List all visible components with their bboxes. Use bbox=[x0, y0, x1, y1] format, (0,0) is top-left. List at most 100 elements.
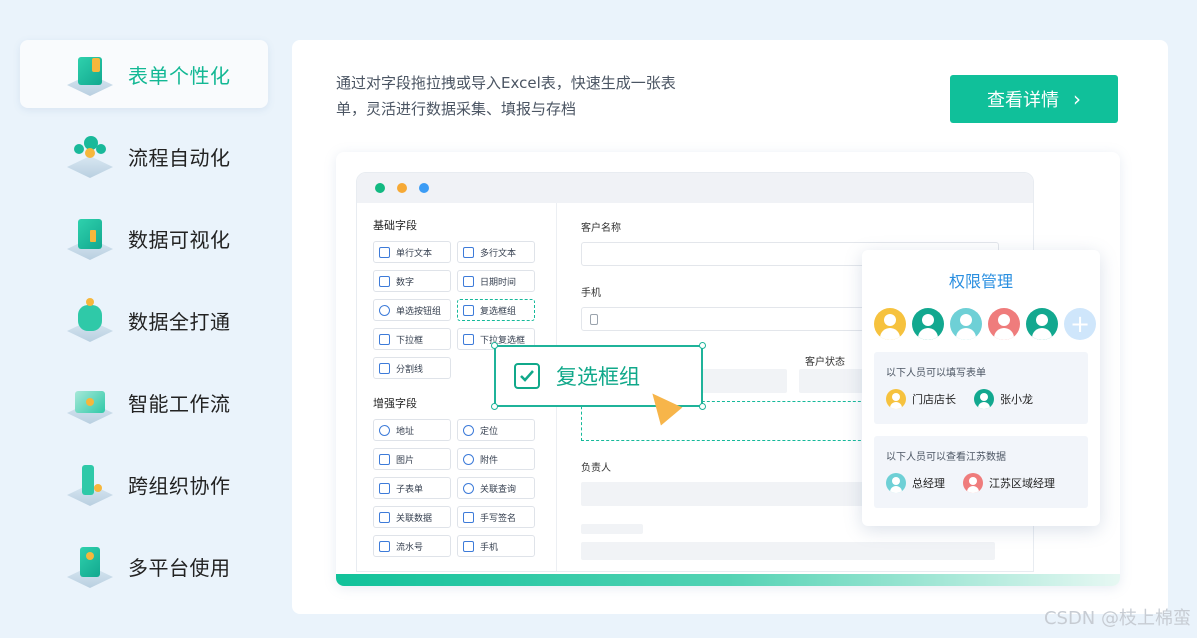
chevron-right-icon: › bbox=[1073, 87, 1081, 111]
field-serial-number[interactable]: 流水号 bbox=[373, 535, 451, 557]
user-name: 总经理 bbox=[912, 477, 945, 490]
field-single-text[interactable]: 单行文本 bbox=[373, 241, 451, 263]
phone-icon bbox=[590, 313, 598, 325]
resize-handle[interactable] bbox=[699, 403, 706, 410]
field-mobile[interactable]: 手机 bbox=[457, 535, 535, 557]
field-label: 关联查询 bbox=[480, 484, 517, 495]
drop-placeholder bbox=[581, 401, 881, 441]
link-data-icon bbox=[379, 511, 390, 523]
field-multi-text[interactable]: 多行文本 bbox=[457, 241, 535, 263]
field-number[interactable]: 数字 bbox=[373, 270, 451, 292]
field-label: 子表单 bbox=[396, 484, 424, 495]
field-label: 手机 bbox=[480, 542, 499, 553]
calendar-icon bbox=[463, 275, 474, 287]
collaboration-icon bbox=[64, 458, 116, 510]
window-dot-icon bbox=[419, 183, 429, 193]
image-icon bbox=[379, 453, 390, 465]
field-image[interactable]: 图片 bbox=[373, 448, 451, 470]
nav-item-flow[interactable]: 流程自动化 bbox=[20, 122, 268, 190]
feature-nav: 表单个性化 流程自动化 数据可视化 数据全打通 智能工作流 跨组织协作 多平台使… bbox=[20, 40, 268, 614]
add-member-button[interactable]: + bbox=[1064, 308, 1096, 340]
field-subform[interactable]: 子表单 bbox=[373, 477, 451, 499]
field-label: 数字 bbox=[396, 277, 415, 288]
plus-icon: + bbox=[1069, 310, 1091, 338]
basic-fields-title: 基础字段 bbox=[373, 219, 417, 232]
field-datetime[interactable]: 日期时间 bbox=[457, 270, 535, 292]
nav-label: 数据全打通 bbox=[128, 309, 231, 334]
nav-item-database[interactable]: 数据全打通 bbox=[20, 286, 268, 354]
workflow-icon bbox=[64, 376, 116, 428]
field-label: 下拉框 bbox=[396, 335, 424, 346]
user-chip[interactable]: 门店店长 bbox=[886, 389, 956, 409]
view-users: 总经理 江苏区域经理 bbox=[886, 473, 1076, 493]
window-titlebar bbox=[357, 173, 1033, 203]
field-attachment[interactable]: 附件 bbox=[457, 448, 535, 470]
resize-handle[interactable] bbox=[491, 342, 498, 349]
user-chip[interactable]: 总经理 bbox=[886, 473, 945, 493]
field-divider[interactable]: 分割线 bbox=[373, 357, 451, 379]
field-label: 关联数据 bbox=[396, 513, 433, 524]
field-label: 定位 bbox=[480, 426, 499, 437]
nav-item-platform[interactable]: 多平台使用 bbox=[20, 532, 268, 600]
nav-item-chart[interactable]: 数据可视化 bbox=[20, 204, 268, 272]
avatar bbox=[886, 389, 906, 409]
field-label: 地址 bbox=[396, 426, 415, 437]
window-dot-icon bbox=[397, 183, 407, 193]
user-chip[interactable]: 江苏区域经理 bbox=[963, 473, 1055, 493]
avatar bbox=[974, 389, 994, 409]
serial-icon bbox=[379, 540, 390, 552]
field-address[interactable]: 地址 bbox=[373, 419, 451, 441]
text-field-icon bbox=[379, 246, 390, 258]
field-location[interactable]: 定位 bbox=[457, 419, 535, 441]
avatar[interactable] bbox=[1026, 308, 1058, 340]
nav-item-form[interactable]: 表单个性化 bbox=[20, 40, 268, 108]
drag-chip-label: 复选框组 bbox=[556, 365, 640, 389]
avatar[interactable] bbox=[950, 308, 982, 340]
field-linked-data[interactable]: 关联数据 bbox=[373, 506, 451, 528]
user-chip[interactable]: 张小龙 bbox=[974, 389, 1033, 409]
avatar[interactable] bbox=[874, 308, 906, 340]
avatar bbox=[963, 473, 983, 493]
form-icon bbox=[64, 48, 116, 100]
feature-description: 通过对字段拖拉拽或导入Excel表，快速生成一张表单，灵活进行数据采集、填报与存… bbox=[336, 74, 676, 118]
number-icon bbox=[379, 275, 390, 287]
avatar[interactable] bbox=[912, 308, 944, 340]
owner-input[interactable] bbox=[581, 482, 881, 506]
nav-label: 流程自动化 bbox=[128, 145, 231, 170]
chart-icon bbox=[64, 212, 116, 264]
resize-handle[interactable] bbox=[491, 403, 498, 410]
location-pin-icon bbox=[379, 424, 390, 436]
field-radio-group[interactable]: 单选按钮组 bbox=[373, 299, 451, 321]
nav-item-workflow[interactable]: 智能工作流 bbox=[20, 368, 268, 436]
phone-input[interactable] bbox=[581, 307, 881, 331]
field-dropdown[interactable]: 下拉框 bbox=[373, 328, 451, 350]
field-linked-query[interactable]: 关联查询 bbox=[457, 477, 535, 499]
platform-icon bbox=[64, 540, 116, 592]
field-checkbox-group[interactable]: 复选框组 bbox=[457, 299, 535, 321]
avatar[interactable] bbox=[988, 308, 1020, 340]
nav-item-collaboration[interactable]: 跨组织协作 bbox=[20, 450, 268, 518]
field-label: 流水号 bbox=[396, 542, 424, 553]
field-label: 单选按钮组 bbox=[396, 306, 442, 317]
field-label: 复选框组 bbox=[480, 306, 517, 317]
dropdown-icon bbox=[379, 333, 390, 345]
crosshair-icon bbox=[463, 424, 474, 436]
subform-icon bbox=[379, 482, 390, 494]
view-details-label: 查看详情 bbox=[987, 90, 1059, 111]
permission-panel: 权限管理 + 以下人员可以填写表单 门店店长 张小龙 以下人员可以查看江苏数据 … bbox=[862, 250, 1100, 526]
fill-permission-box: 以下人员可以填写表单 门店店长 张小龙 bbox=[874, 352, 1088, 424]
field-signature[interactable]: 手写签名 bbox=[457, 506, 535, 528]
resize-handle[interactable] bbox=[699, 342, 706, 349]
watermark: CSDN @枝上棉蛮 bbox=[1043, 608, 1191, 629]
link-search-icon bbox=[463, 482, 474, 494]
pen-icon bbox=[463, 511, 474, 523]
status-option[interactable] bbox=[701, 369, 787, 393]
view-details-button[interactable]: 查看详情 › bbox=[950, 75, 1118, 123]
status-option[interactable] bbox=[799, 369, 869, 393]
permission-title: 权限管理 bbox=[948, 272, 1013, 291]
user-name: 江苏区域经理 bbox=[989, 477, 1055, 490]
field-label: 图片 bbox=[396, 455, 415, 466]
customer-name-label: 客户名称 bbox=[581, 223, 621, 234]
customer-status-label: 客户状态 bbox=[805, 357, 845, 368]
user-name: 门店店长 bbox=[912, 393, 956, 406]
